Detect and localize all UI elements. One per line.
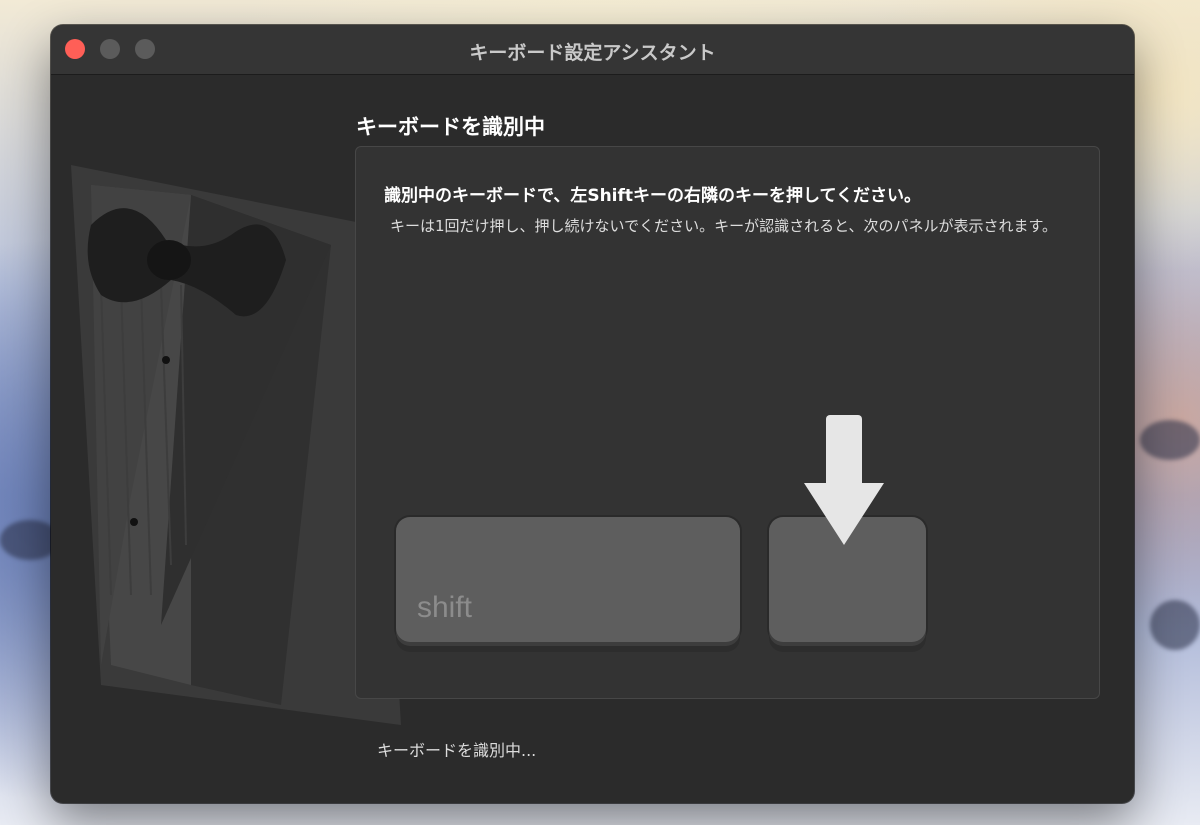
wallpaper-shadow [1150,600,1200,650]
down-arrow-icon [804,415,884,545]
detail-text: キーは1回だけ押し、押し続けないでください。キーが認識されると、次のパネルが表示… [390,217,1057,235]
shift-key-illustration: shift [396,517,740,642]
instruction-panel: 識別中のキーボードで、左Shiftキーの右隣のキーを押してください。 キーは1回… [355,146,1100,699]
wallpaper-shadow [1140,420,1200,460]
status-text: キーボードを識別中... [377,741,537,760]
section-heading: キーボードを識別中 [356,115,545,139]
keyboard-setup-assistant-window: キーボード設定アシスタント キーボードを識別中 識別中のキーボードで、左Shif… [51,25,1134,803]
shift-key-label: shift [417,591,473,624]
window-title: キーボード設定アシスタント [469,42,716,64]
title-bar[interactable]: キーボード設定アシスタント [51,25,1134,75]
instruction-text: 識別中のキーボードで、左Shiftキーの右隣のキーを押してください。 [384,186,921,206]
